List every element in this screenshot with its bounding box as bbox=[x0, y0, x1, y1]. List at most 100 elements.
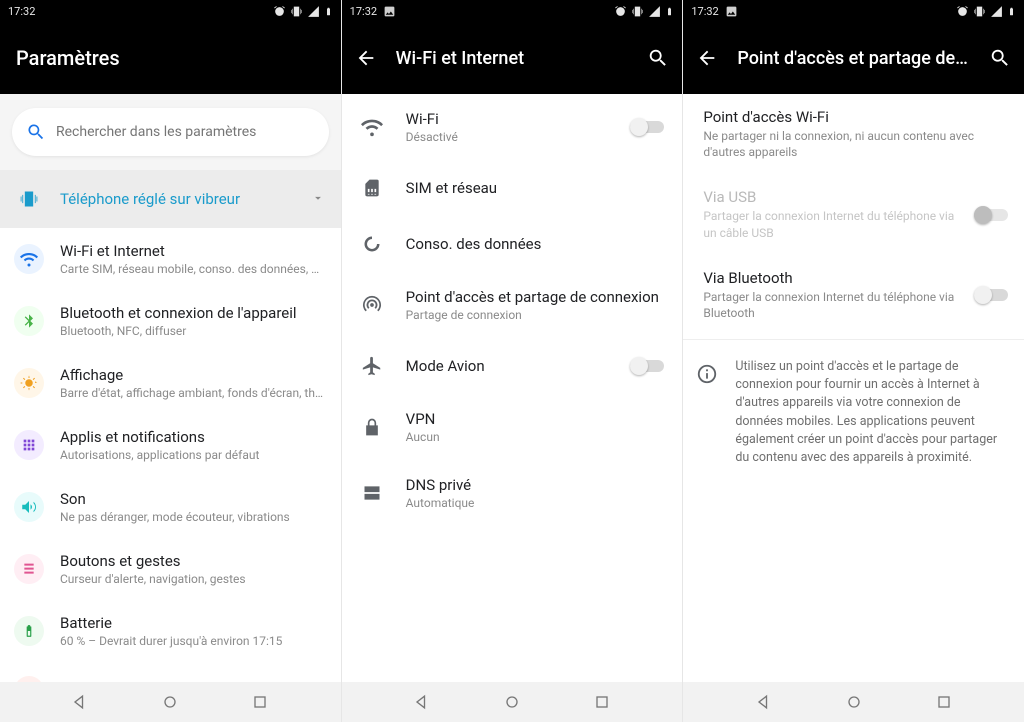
row-title: Wi-Fi bbox=[406, 110, 609, 128]
row-buttons-gestures[interactable]: Boutons et gestes Curseur d'alerte, navig… bbox=[0, 538, 341, 600]
nav-back[interactable] bbox=[412, 692, 432, 712]
usb-toggle bbox=[974, 206, 1008, 224]
search-button[interactable] bbox=[988, 46, 1012, 70]
appbar-settings: Paramètres bbox=[0, 22, 341, 94]
nav-recent[interactable] bbox=[250, 692, 270, 712]
vibrate-icon bbox=[973, 5, 986, 18]
page-title: Wi-Fi et Internet bbox=[396, 48, 629, 69]
row-sim[interactable]: SIM et réseau bbox=[342, 160, 683, 216]
info-icon bbox=[693, 360, 721, 388]
row-sound[interactable]: Son Ne pas déranger, mode écouteur, vibra… bbox=[0, 476, 341, 538]
settings-body[interactable]: Téléphone réglé sur vibreur Wi-Fi et Int… bbox=[0, 94, 341, 722]
row-title: DNS privé bbox=[406, 476, 665, 494]
row-title: Applis et notifications bbox=[60, 428, 325, 446]
status-time: 17:32 bbox=[691, 5, 718, 18]
row-title: Point d'accès et partage de connexion bbox=[406, 288, 665, 306]
back-button[interactable] bbox=[695, 46, 719, 70]
page-title: Point d'accès et partage de conne… bbox=[737, 48, 970, 69]
row-sub: Curseur d'alerte, navigation, gestes bbox=[60, 572, 325, 586]
row-battery[interactable]: Batterie60 % – Devrait durer jusqu'à env… bbox=[0, 600, 341, 662]
appbar-hotspot: Point d'accès et partage de conne… bbox=[683, 22, 1024, 94]
bluetooth-icon bbox=[21, 313, 37, 329]
row-title: Via USB bbox=[703, 188, 960, 206]
row-sub: Désactivé bbox=[406, 130, 609, 144]
row-sub: Carte SIM, réseau mobile, conso. des don… bbox=[60, 262, 325, 276]
search-button[interactable] bbox=[646, 46, 670, 70]
battery-icon bbox=[1007, 5, 1016, 18]
nav-home[interactable] bbox=[160, 692, 180, 712]
vibrate-icon bbox=[290, 5, 303, 18]
row-hotspot[interactable]: Point d'accès et partage de connexion Par… bbox=[342, 272, 683, 338]
wifi-body[interactable]: Wi-Fi Désactivé SIM et réseau Conso. des … bbox=[342, 94, 683, 722]
row-data-usage[interactable]: Conso. des données bbox=[342, 216, 683, 272]
nav-back[interactable] bbox=[754, 692, 774, 712]
nav-recent[interactable] bbox=[934, 692, 954, 712]
info-block: Utilisez un point d'accès et le partage … bbox=[683, 344, 1024, 481]
row-wifi[interactable]: Wi-Fi Désactivé bbox=[342, 94, 683, 160]
row-bt-tether[interactable]: Via BluetoothPartager la connexion Inter… bbox=[683, 255, 1024, 335]
row-title: Bluetooth et connexion de l'appareil bbox=[60, 304, 325, 322]
chevron-down-icon bbox=[311, 190, 325, 209]
nav-back[interactable] bbox=[70, 692, 90, 712]
apps-icon bbox=[21, 437, 37, 453]
row-airplane[interactable]: Mode Avion bbox=[342, 338, 683, 394]
nav-recent[interactable] bbox=[592, 692, 612, 712]
separator bbox=[683, 339, 1024, 340]
row-sub: 60 % – Devrait durer jusqu'à environ 17:… bbox=[60, 634, 325, 648]
row-apps-notif[interactable]: Applis et notificationsAutorisations, ap… bbox=[0, 414, 341, 476]
wifi-toggle[interactable] bbox=[630, 118, 664, 136]
signal-icon bbox=[990, 5, 1003, 18]
appbar-wifi: Wi-Fi et Internet bbox=[342, 22, 683, 94]
brightness-icon bbox=[20, 374, 38, 392]
row-title: VPN bbox=[406, 410, 665, 428]
hotspot-body[interactable]: Point d'accès Wi-Fi Ne partager ni la con… bbox=[683, 94, 1024, 722]
dns-icon bbox=[360, 481, 384, 505]
vibrate-icon bbox=[631, 5, 644, 18]
row-usb-tether: Via USBPartager la connexion Internet du… bbox=[683, 174, 1024, 254]
airplane-icon bbox=[360, 354, 384, 378]
wifi-icon bbox=[360, 115, 384, 139]
alarm-icon bbox=[956, 5, 969, 18]
row-wifi-hotspot[interactable]: Point d'accès Wi-Fi Ne partager ni la con… bbox=[683, 94, 1024, 174]
pane-settings-root: 17:32 Paramètres Téléphone réglé sur vib… bbox=[0, 0, 341, 722]
airplane-toggle[interactable] bbox=[630, 357, 664, 375]
row-label: Téléphone réglé sur vibreur bbox=[60, 190, 295, 208]
row-title: Mode Avion bbox=[406, 357, 609, 375]
datausage-icon bbox=[360, 232, 384, 256]
row-sub: Partage de connexion bbox=[406, 308, 665, 322]
row-wifi-internet[interactable]: Wi-Fi et InternetCarte SIM, réseau mobil… bbox=[0, 228, 341, 290]
battery-icon bbox=[665, 5, 674, 18]
alarm-icon bbox=[614, 5, 627, 18]
status-bar: 17:32 bbox=[342, 0, 683, 22]
search-input[interactable] bbox=[56, 124, 315, 140]
signal-icon bbox=[648, 5, 661, 18]
row-title: Point d'accès Wi-Fi bbox=[703, 108, 1008, 126]
row-title: Son bbox=[60, 490, 325, 508]
row-title: Affichage bbox=[60, 366, 325, 384]
wifi-icon bbox=[20, 250, 38, 268]
battery-icon bbox=[324, 5, 333, 18]
status-bar: 17:32 bbox=[0, 0, 341, 22]
bt-toggle[interactable] bbox=[974, 286, 1008, 304]
battery-icon bbox=[22, 622, 36, 640]
info-text: Utilisez un point d'accès et le partage … bbox=[735, 358, 1008, 467]
row-sub: Bluetooth, NFC, diffuser bbox=[60, 324, 325, 338]
status-time: 17:32 bbox=[350, 5, 377, 18]
row-bluetooth[interactable]: Bluetooth et connexion de l'appareil Blue… bbox=[0, 290, 341, 352]
row-dns[interactable]: DNS privé Automatique bbox=[342, 460, 683, 526]
row-display[interactable]: AffichageBarre d'état, affichage ambiant… bbox=[0, 352, 341, 414]
row-sub: Automatique bbox=[406, 496, 665, 510]
row-vpn[interactable]: VPNAucun bbox=[342, 394, 683, 460]
nav-home[interactable] bbox=[502, 692, 522, 712]
pane-wifi-internet: 17:32 Wi-Fi et Internet Wi-Fi Désactivé bbox=[341, 0, 683, 722]
search-settings[interactable] bbox=[12, 108, 329, 156]
row-phone-vibrate[interactable]: Téléphone réglé sur vibreur bbox=[0, 170, 341, 228]
back-button[interactable] bbox=[354, 46, 378, 70]
nav-home[interactable] bbox=[844, 692, 864, 712]
row-title: Boutons et gestes bbox=[60, 552, 325, 570]
status-time: 17:32 bbox=[8, 5, 35, 18]
row-sub: Ne partager ni la connexion, ni aucun co… bbox=[703, 128, 1008, 160]
row-sub: Ne pas déranger, mode écouteur, vibratio… bbox=[60, 510, 325, 524]
navigation-bar bbox=[0, 682, 1024, 722]
vibrate-icon bbox=[19, 189, 39, 209]
